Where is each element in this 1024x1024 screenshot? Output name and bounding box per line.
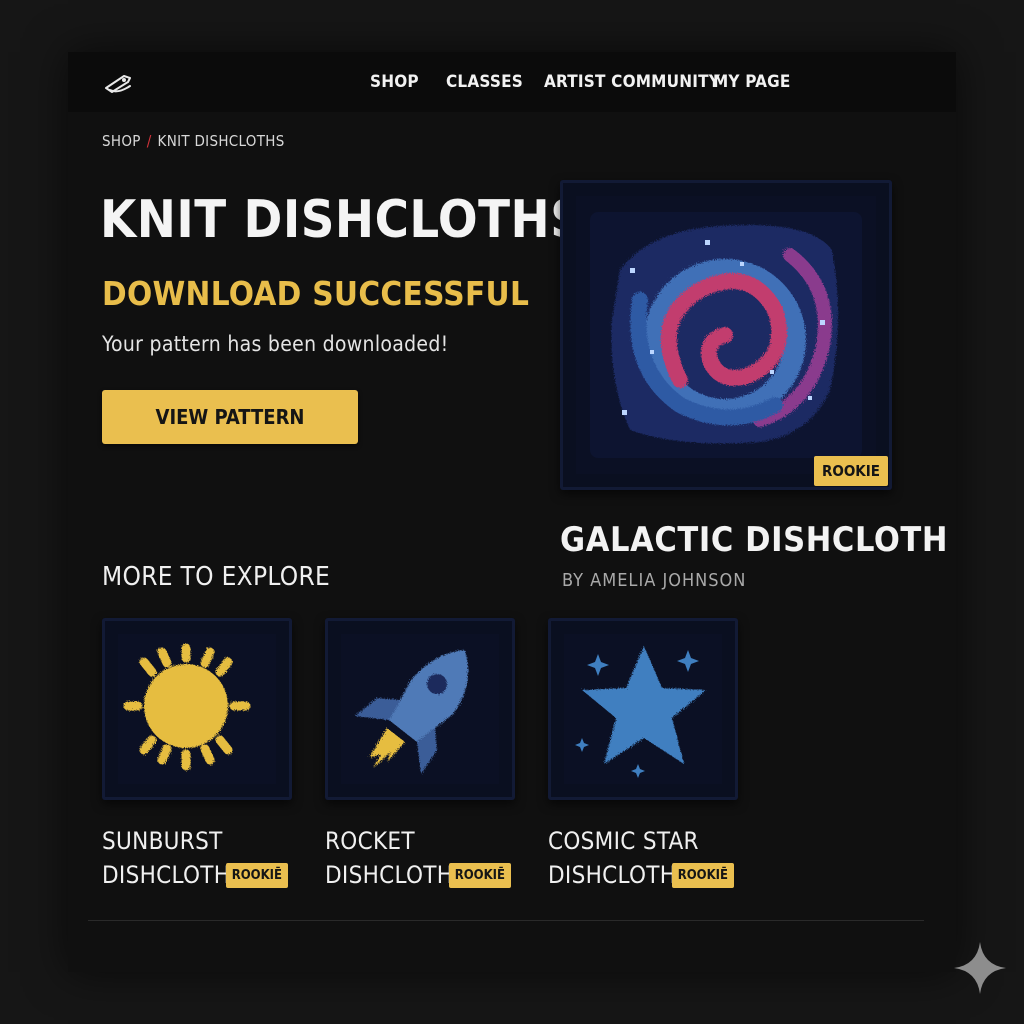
nav-item-classes[interactable]: CLASSES (446, 72, 523, 92)
more-to-explore-heading: MORE TO EXPLORE (102, 562, 331, 592)
footer-divider (88, 920, 924, 921)
breadcrumb-item-current: KNIT DISHCLOTHS (157, 132, 285, 150)
download-status-title: DOWNLOAD SUCCESSFUL (102, 274, 530, 313)
nav-links: SHOP CLASSES ARTIST COMMUNITY MY PAGE (68, 52, 956, 112)
card-title-line-1: COSMIC STAR (548, 827, 699, 855)
rocket-pattern-image[interactable] (325, 618, 515, 800)
card-title-line-1: SUNBURST (102, 827, 223, 855)
breadcrumb-separator: / (146, 132, 152, 150)
explore-card-sunburst[interactable]: ROOKIĒ SUNBURST DISHCLOTH (102, 618, 292, 892)
explore-card-cosmic-star[interactable]: ROOKIĒ COSMIC STAR DISHCLOTH (548, 618, 738, 892)
page-title: KNIT DISHCLOTHS (100, 190, 585, 250)
difficulty-badge: ROOKIE (813, 456, 888, 486)
difficulty-badge: ROOKIĒ (671, 863, 734, 888)
difficulty-badge: ROOKIĒ (448, 863, 511, 888)
nav-item-my-page[interactable]: MY PAGE (713, 72, 791, 92)
sparkle-icon (952, 940, 1008, 996)
explore-card-rocket[interactable]: ROOKIĒ ROCKET DISHCLOTH (325, 618, 515, 892)
galaxy-pattern-image[interactable] (560, 180, 892, 490)
nav-item-shop[interactable]: SHOP (370, 72, 419, 92)
featured-pattern-author: BY AMELIA JOHNSON (562, 570, 747, 591)
sun-pattern-image[interactable] (102, 618, 292, 800)
view-pattern-button[interactable]: VIEW PATTERN (102, 390, 358, 444)
star-pattern-image[interactable] (548, 618, 738, 800)
top-nav: SHOP CLASSES ARTIST COMMUNITY MY PAGE (68, 52, 956, 112)
difficulty-badge: ROOKIĒ (225, 863, 288, 888)
download-status-message: Your pattern has been downloaded! (102, 332, 449, 356)
featured-pattern-card[interactable]: ROOKIE (560, 180, 892, 490)
breadcrumb: SHOP / KNIT DISHCLOTHS (102, 132, 285, 150)
nav-item-artist-community[interactable]: ARTIST COMMUNITY (544, 72, 720, 92)
page-frame: SHOP CLASSES ARTIST COMMUNITY MY PAGE SH… (68, 52, 956, 972)
breadcrumb-item-shop[interactable]: SHOP (102, 132, 141, 150)
card-title-line-1: ROCKET (325, 827, 415, 855)
featured-pattern-title[interactable]: GALACTIC DISHCLOTH (560, 520, 948, 560)
